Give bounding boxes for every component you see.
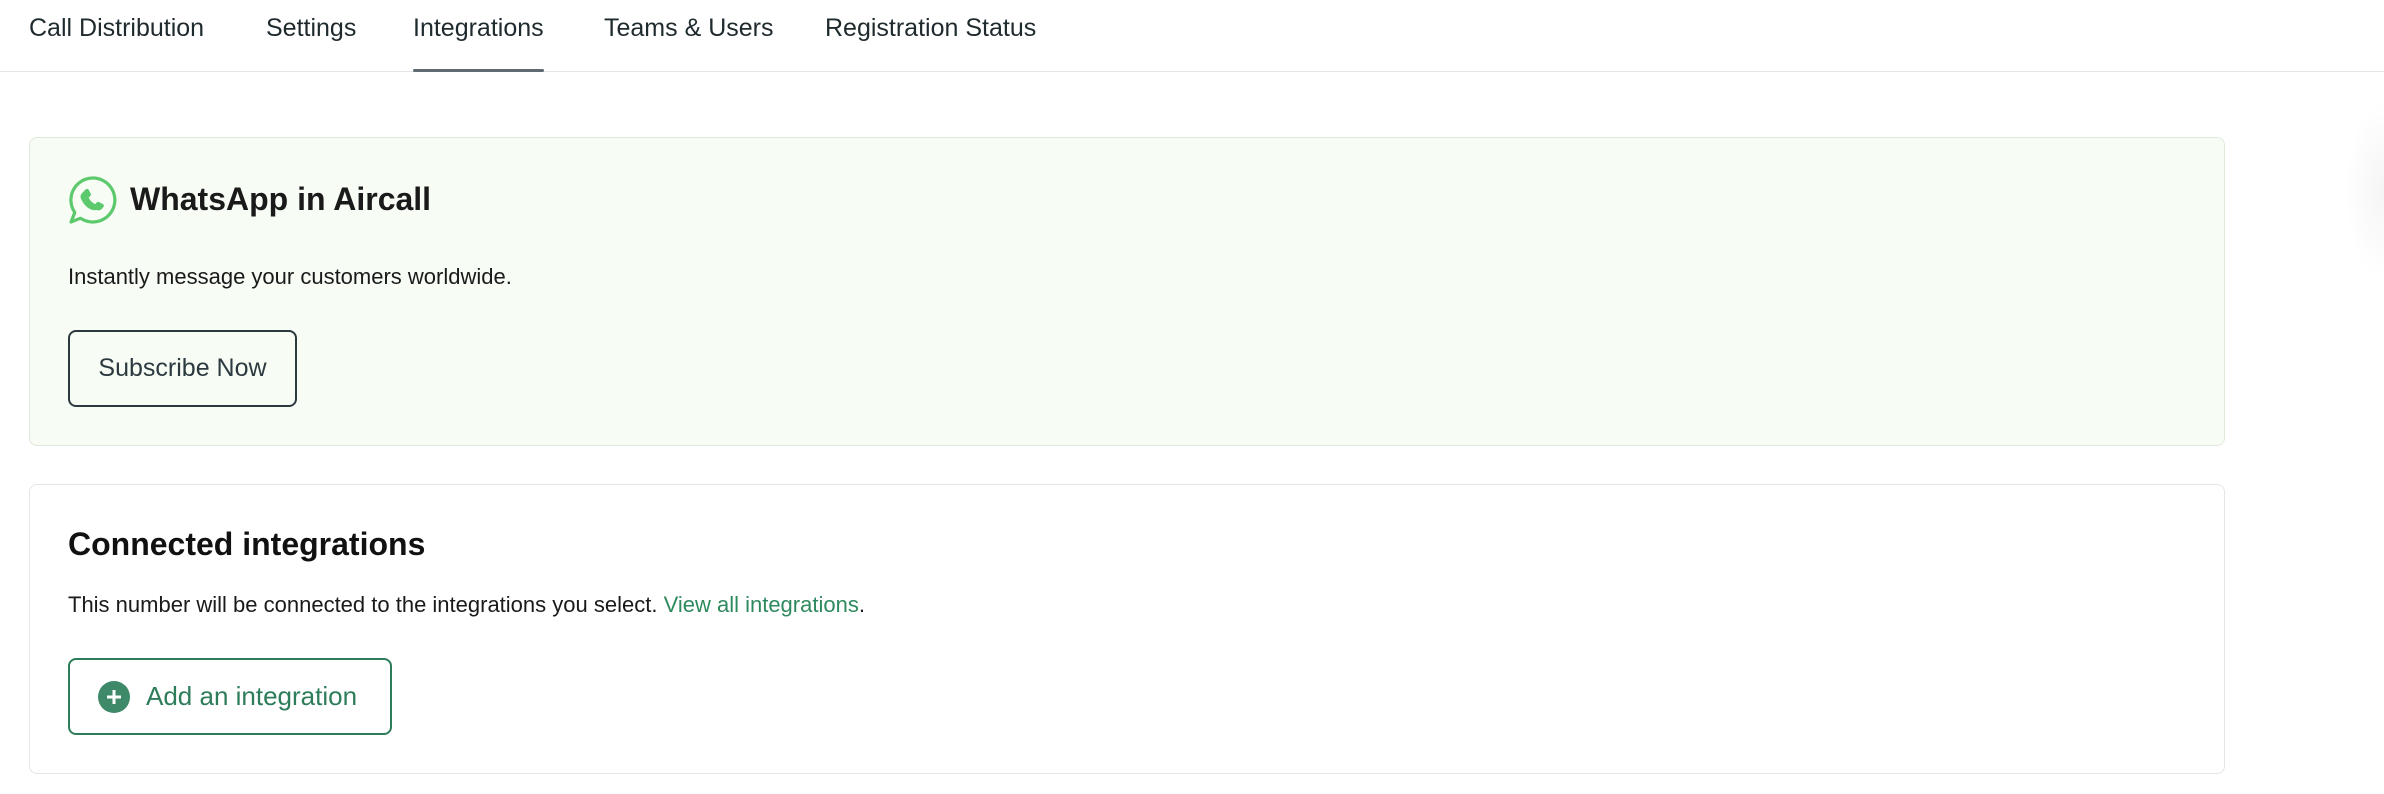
tab-settings[interactable]: Settings (266, 14, 356, 43)
whatsapp-card-description: Instantly message your customers worldwi… (68, 264, 512, 289)
tab-integrations[interactable]: Integrations (413, 14, 544, 72)
subscribe-now-button[interactable]: Subscribe Now (68, 330, 297, 407)
plus-circle-icon (98, 680, 130, 713)
add-integration-label: Add an integration (146, 681, 358, 711)
view-all-integrations-link[interactable]: View all integrations (664, 592, 859, 617)
connected-integrations-description: This number will be connected to the int… (68, 592, 865, 618)
whatsapp-card: WhatsApp in Aircall Instantly message yo… (29, 137, 2225, 446)
description-period: . (858, 592, 865, 617)
tab-bar: Call Distribution Settings Integrations … (0, 0, 2384, 72)
tab-registration-status[interactable]: Registration Status (825, 14, 1036, 43)
whatsapp-icon (69, 176, 117, 224)
whatsapp-card-title: WhatsApp in Aircall (130, 181, 432, 217)
tab-call-distribution[interactable]: Call Distribution (29, 14, 204, 43)
connected-integrations-title: Connected integrations (68, 526, 426, 562)
connected-integrations-card: Connected integrations This number will … (29, 484, 2225, 774)
add-integration-button[interactable]: Add an integration (68, 658, 392, 735)
tab-teams-users[interactable]: Teams & Users (604, 14, 773, 43)
edge-shadow (2344, 100, 2384, 280)
integrations-description-text: This number will be connected to the int… (68, 592, 658, 617)
